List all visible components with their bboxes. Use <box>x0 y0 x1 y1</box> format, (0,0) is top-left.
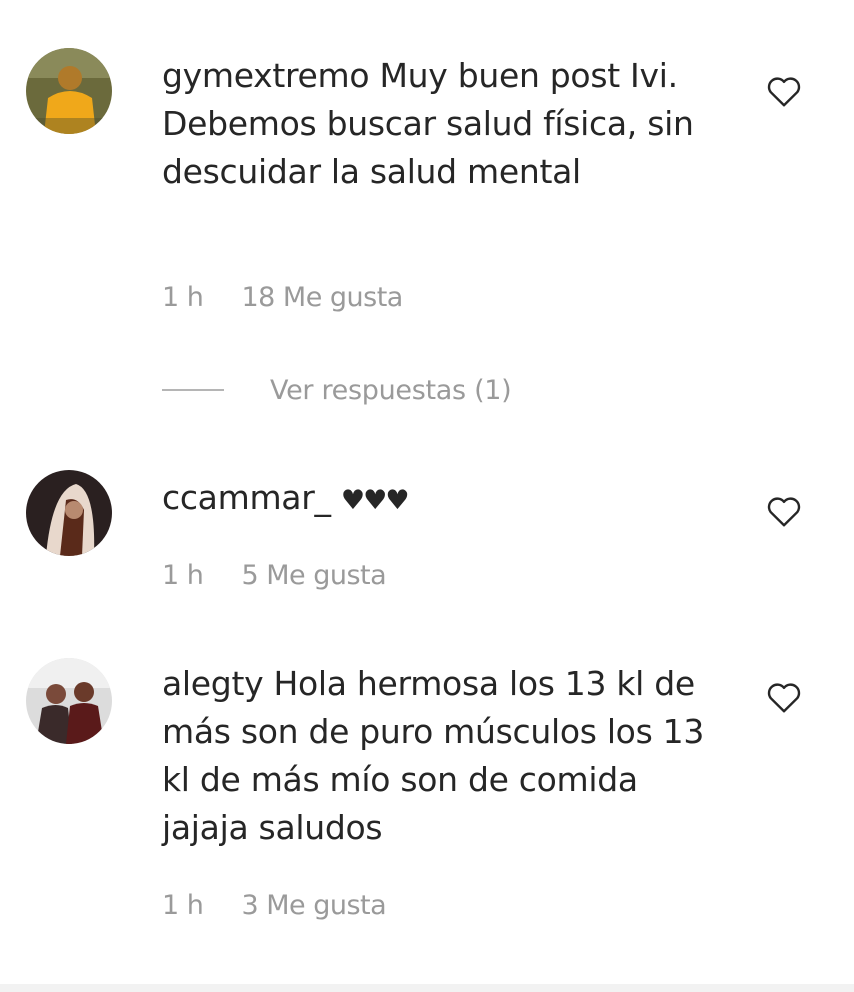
comment-time[interactable]: 1 h <box>162 282 204 313</box>
avatar[interactable] <box>26 48 112 134</box>
heart-outline-icon <box>767 683 801 713</box>
comment-text: gymextremo Muy buen post Ivi. Debemos bu… <box>162 52 722 196</box>
comment-meta: 1 h 3 Me gusta <box>162 890 416 921</box>
comment-username[interactable]: ccammar_ <box>162 478 331 517</box>
comment-text: alegty Hola hermosa los 13 kl de más son… <box>162 660 722 852</box>
comment-likes[interactable]: 5 Me gusta <box>241 560 386 591</box>
avatar[interactable] <box>26 470 112 556</box>
comment-likes[interactable]: 3 Me gusta <box>241 890 386 921</box>
bottom-divider <box>0 984 854 992</box>
replies-divider <box>162 389 224 391</box>
heart-outline-icon <box>767 497 801 527</box>
avatar[interactable] <box>26 658 112 744</box>
comment-emoji: ♥♥♥ <box>340 485 410 516</box>
heart-outline-icon <box>767 77 801 107</box>
like-button[interactable] <box>766 74 802 108</box>
comment-meta: 1 h 5 Me gusta <box>162 560 416 591</box>
comment-time[interactable]: 1 h <box>162 560 204 591</box>
view-replies[interactable]: Ver respuestas (1) <box>162 370 512 410</box>
comment-username[interactable]: gymextremo <box>162 56 370 95</box>
comment-meta: 1 h 18 Me gusta <box>162 282 433 313</box>
comment-likes[interactable]: 18 Me gusta <box>241 282 403 313</box>
view-replies-label[interactable]: Ver respuestas (1) <box>270 375 512 406</box>
like-button[interactable] <box>766 494 802 528</box>
comment-time[interactable]: 1 h <box>162 890 204 921</box>
like-button[interactable] <box>766 680 802 714</box>
comment-username[interactable]: alegty <box>162 664 264 703</box>
comment-text: ccammar_ ♥♥♥ <box>162 474 722 525</box>
